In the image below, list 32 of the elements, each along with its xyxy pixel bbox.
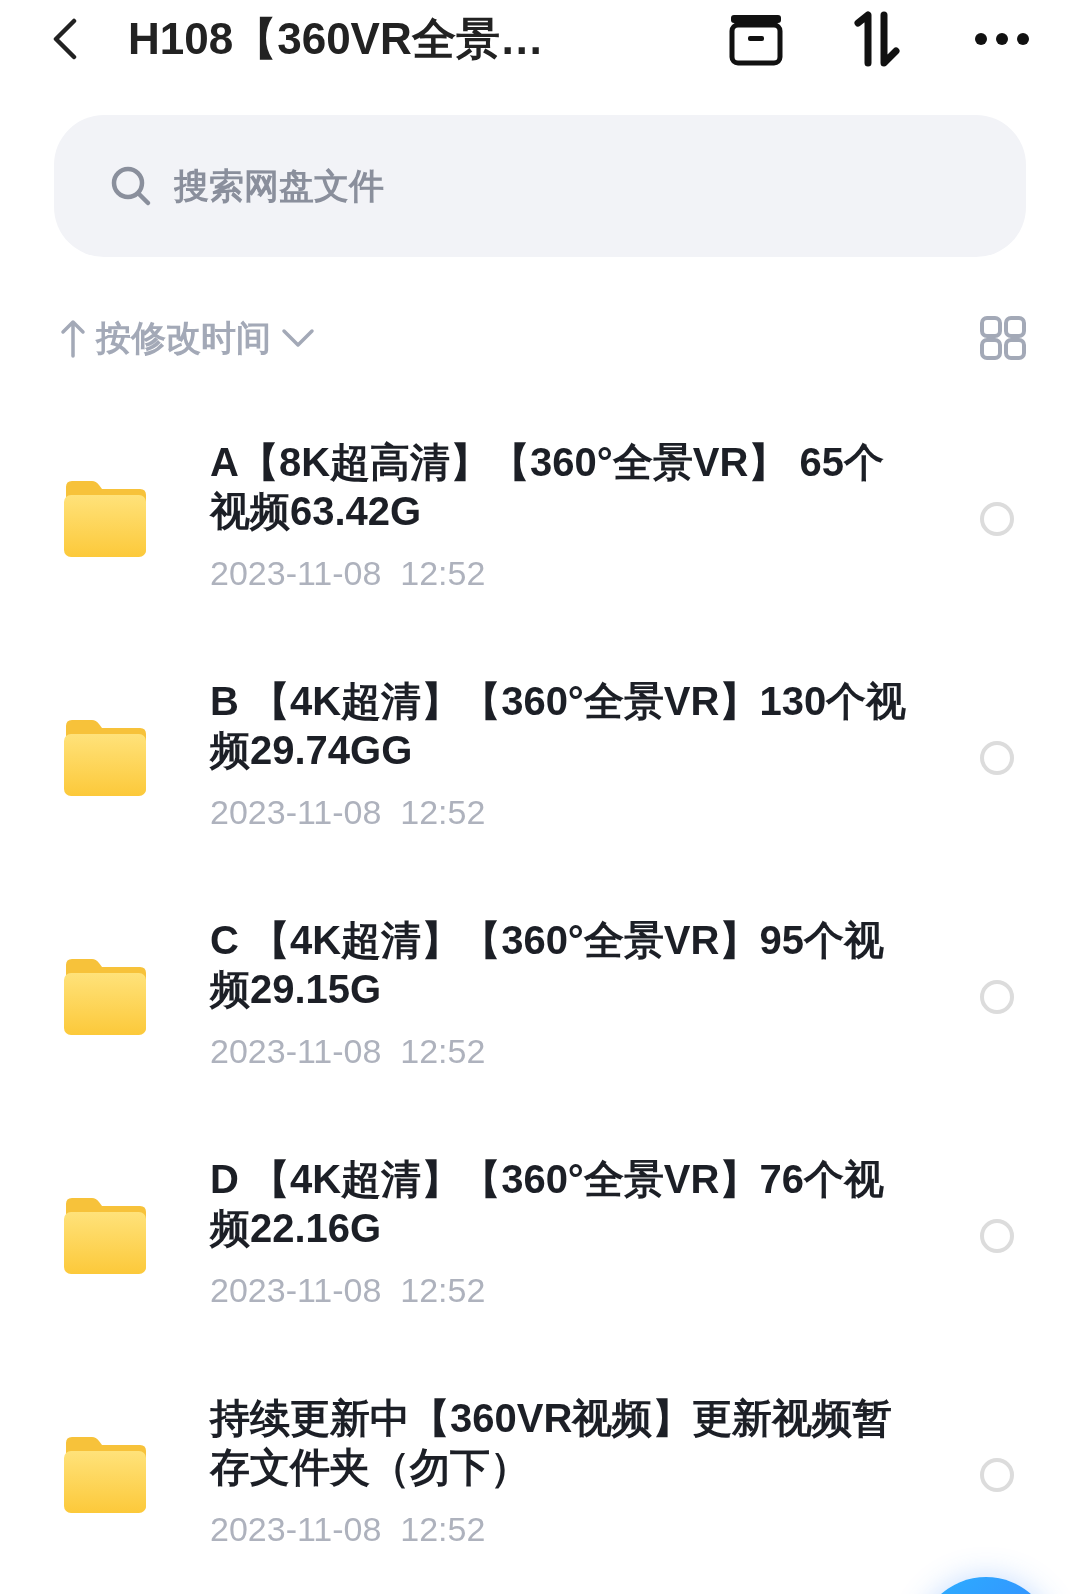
file-date: 2023-11-08 12:52 — [210, 792, 487, 833]
folder-icon — [62, 1436, 148, 1513]
folder-icon — [62, 480, 148, 557]
folder-icon — [62, 719, 148, 796]
folder-icon — [62, 1197, 148, 1274]
file-name: 持续更新中【360VR视频】更新视频暂存文件夹（勿下） — [210, 1395, 894, 1491]
file-name: C 【4K超清】【360°全景VR】95个视频29.15G — [210, 917, 885, 1013]
search-icon — [110, 165, 152, 207]
file-row[interactable]: C 【4K超清】【360°全景VR】95个视频29.15G 2023-11-08 12:52 — [0, 877, 1080, 1116]
window-title: H108【360VR全景… — [128, 13, 544, 65]
file-date: 2023-11-08 12:52 — [210, 1270, 487, 1311]
select-radio[interactable] — [980, 740, 1014, 775]
file-date: 2023-11-08 12:52 — [210, 1509, 487, 1550]
file-row[interactable]: A【8K超高清】【360°全景VR】 65个视频63.42G 2023-11-08 12:52 — [0, 399, 1080, 638]
select-radio[interactable] — [980, 501, 1014, 536]
file-row[interactable]: 持续更新中【360VR视频】更新视频暂存文件夹（勿下） 2023-11-08 12:52 — [0, 1355, 1080, 1594]
folder-icon — [62, 958, 148, 1035]
select-radio[interactable] — [980, 979, 1014, 1014]
file-row[interactable]: B 【4K超清】【360°全景VR】130个视频29.74GG 2023-11-08 12:52 — [0, 638, 1080, 877]
file-date: 2023-11-08 12:52 — [210, 553, 487, 594]
more-icon[interactable] — [974, 32, 1030, 46]
up-arrow-icon — [60, 318, 86, 358]
grid-view-icon[interactable] — [980, 316, 1026, 360]
file-name: D 【4K超清】【360°全景VR】76个视频22.16G — [210, 1156, 885, 1252]
file-name: B 【4K超清】【360°全景VR】130个视频29.74GG — [210, 678, 908, 774]
file-date: 2023-11-08 12:52 — [210, 1031, 487, 1072]
file-name: A【8K超高清】【360°全景VR】 65个视频63.42G — [210, 439, 885, 535]
archive-icon[interactable] — [728, 12, 784, 66]
select-radio[interactable] — [980, 1218, 1014, 1253]
chevron-down-icon — [281, 328, 315, 348]
select-radio[interactable] — [980, 1457, 1014, 1492]
file-row[interactable]: D 【4K超清】【360°全景VR】76个视频22.16G 2023-11-08 12:52 — [0, 1116, 1080, 1355]
